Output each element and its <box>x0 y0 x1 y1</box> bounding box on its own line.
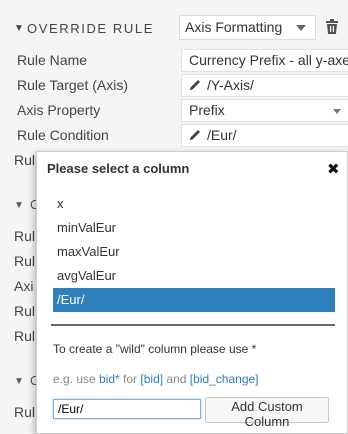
rule-target-value: /Y-Axis/ <box>207 77 254 93</box>
collapse-toggle-icon[interactable]: ▼ <box>14 23 24 34</box>
dialog-title: Please select a column <box>47 161 190 176</box>
rule-condition-row: Rule Condition /Eur/ <box>0 123 348 148</box>
custom-column-input[interactable] <box>53 399 201 419</box>
column-option[interactable]: minValEur <box>53 216 335 240</box>
pencil-icon[interactable] <box>188 78 202 92</box>
chevron-down-icon <box>296 25 306 31</box>
row-label-stub: Axi <box>14 278 34 294</box>
axis-property-row: Axis Property Prefix <box>0 98 348 123</box>
axis-property-value: Prefix <box>189 102 225 118</box>
column-option[interactable]: avgValEur <box>53 264 335 288</box>
wildcard-hint: To create a "wild" column please use * <box>53 342 257 356</box>
column-list: x minValEur maxValEur avgValEur /Eur/ <box>53 192 335 312</box>
divider <box>51 324 335 326</box>
chevron-down-icon <box>333 109 341 114</box>
section-title: OVERRIDE RULE <box>27 21 154 36</box>
row-label-stub: Rul <box>14 228 36 244</box>
rule-target-row: Rule Target (Axis) /Y-Axis/ <box>0 73 348 98</box>
collapse-toggle-icon[interactable]: ▼ <box>14 376 24 387</box>
rule-condition-label: Rule Condition <box>17 127 109 143</box>
rule-type-select[interactable]: Axis Formatting <box>179 15 316 40</box>
row-label-stub: Rul <box>14 303 36 319</box>
rule-name-row: Rule Name Currency Prefix - all y-axes <box>0 48 348 73</box>
rule-target-field[interactable]: /Y-Axis/ <box>181 74 348 97</box>
trash-icon[interactable] <box>322 17 342 37</box>
column-option-selected[interactable]: /Eur/ <box>53 288 335 312</box>
pencil-icon[interactable] <box>188 128 202 142</box>
column-option[interactable]: x <box>53 192 335 216</box>
rule-name-field[interactable]: Currency Prefix - all y-axes <box>181 49 348 72</box>
rule-name-value: Currency Prefix - all y-axes <box>189 52 348 68</box>
row-label-stub: Rul <box>14 253 36 269</box>
axis-property-select[interactable]: Prefix <box>181 99 348 122</box>
axis-property-label: Axis Property <box>17 102 101 118</box>
column-option[interactable]: maxValEur <box>53 240 335 264</box>
close-icon[interactable]: ✖ <box>327 160 340 178</box>
rule-condition-value: /Eur/ <box>207 127 237 143</box>
rule-type-value: Axis Formatting <box>185 19 283 35</box>
row-label-stub: Rul <box>14 328 36 344</box>
rule-condition-field[interactable]: /Eur/ <box>181 124 348 147</box>
row-label-stub: Rul <box>14 152 36 168</box>
select-column-dialog: Please select a column ✖ x minValEur max… <box>36 151 348 434</box>
add-custom-column-button[interactable]: Add Custom Column <box>205 397 329 429</box>
rule-name-label: Rule Name <box>17 52 88 68</box>
row-label-stub: Rul <box>14 404 36 420</box>
wildcard-example: e.g. use bid* for [bid] and [bid_change] <box>53 372 259 386</box>
rule-target-label: Rule Target (Axis) <box>17 77 129 93</box>
collapse-toggle-icon[interactable]: ▼ <box>14 200 24 211</box>
